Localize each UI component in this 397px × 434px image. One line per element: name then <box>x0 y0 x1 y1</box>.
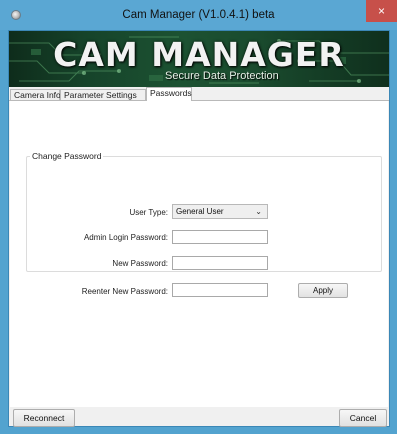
user-type-select[interactable]: General User ⌄ <box>172 204 268 219</box>
apply-button[interactable]: Apply <box>298 283 348 298</box>
banner-logo: CAM MANAGER <box>53 35 345 74</box>
window-title: Cam Manager (V1.0.4.1) beta <box>122 9 275 21</box>
app-window: Cam Manager (V1.0.4.1) beta × CAM MANAGE… <box>0 0 397 434</box>
user-type-label: User Type: <box>129 208 168 217</box>
header-banner: CAM MANAGER Secure Data Protection <box>9 31 389 87</box>
user-type-value: General User <box>176 207 224 216</box>
new-password-label: New Password: <box>112 259 168 268</box>
reconnect-button[interactable]: Reconnect <box>13 409 75 427</box>
banner-tagline: Secure Data Protection <box>165 70 279 82</box>
change-password-title: Change Password <box>30 151 104 161</box>
client-area: CAM MANAGER Secure Data Protection Camer… <box>8 30 390 427</box>
admin-password-label: Admin Login Password: <box>83 233 168 242</box>
title-bar[interactable]: Cam Manager (V1.0.4.1) beta × <box>0 0 397 30</box>
reenter-password-label: Reenter New Password: <box>81 287 168 296</box>
reenter-password-field[interactable] <box>172 283 268 297</box>
tab-passwords[interactable]: Passwords <box>146 87 192 101</box>
chevron-down-icon: ⌄ <box>255 207 262 216</box>
tab-strip: Camera Info Parameter Settings Passwords <box>9 87 389 101</box>
admin-password-field[interactable] <box>172 230 268 244</box>
close-button[interactable]: × <box>366 0 397 22</box>
cancel-button[interactable]: Cancel <box>339 409 387 427</box>
new-password-field[interactable] <box>172 256 268 270</box>
passwords-panel: Change Password User Type: General User … <box>10 101 388 407</box>
